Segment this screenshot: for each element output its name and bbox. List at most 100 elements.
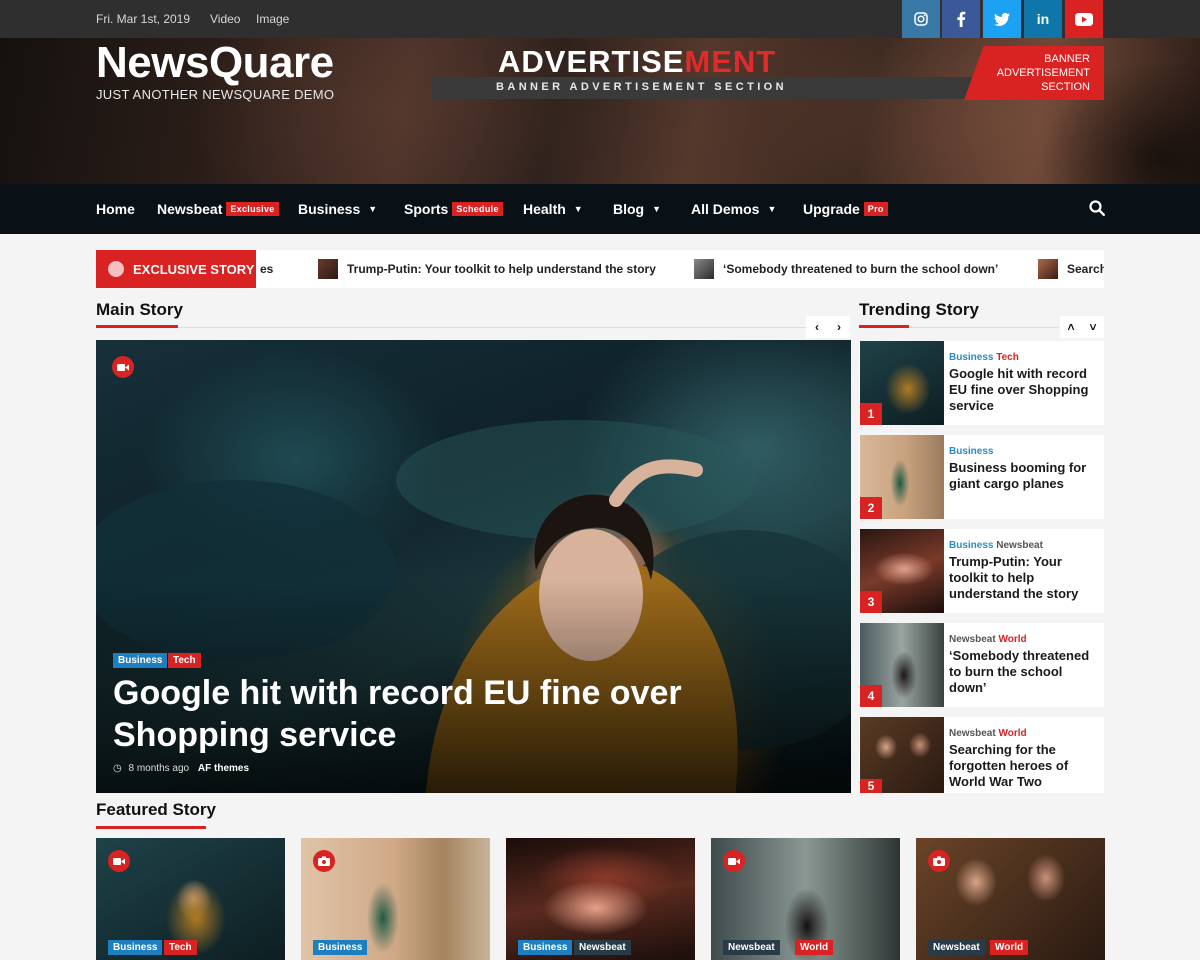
ad-box-line: SECTION (1041, 81, 1090, 93)
slider-prev-button[interactable]: ‹ (806, 316, 828, 338)
ticker-thumbnail (318, 259, 338, 279)
trending-title[interactable]: Trump-Putin: Your toolkit to help unders… (949, 554, 1097, 602)
trending-categories: Newsbeat World (949, 634, 1027, 645)
trending-rank: 5 (860, 779, 882, 793)
category-tag-world[interactable]: World (795, 940, 834, 955)
top-link-image[interactable]: Image (256, 12, 289, 26)
featured-card[interactable]: Business Tech (96, 838, 285, 960)
trending-title[interactable]: Searching for the forgotten heroes of Wo… (949, 742, 1097, 790)
trending-thumbnail: 5 (860, 717, 944, 793)
ticker-item[interactable]: ‘Somebody threatened to burn the school … (723, 262, 998, 276)
category-tag-tech[interactable]: Tech (164, 940, 197, 955)
category-tag-newsbeat[interactable]: Newsbeat (574, 940, 631, 955)
video-icon (723, 850, 745, 872)
facebook-icon[interactable] (942, 0, 980, 38)
featured-card[interactable]: Newsbeat World (711, 838, 900, 960)
site-title[interactable]: NewsQuare (96, 38, 334, 88)
nav-item-health[interactable]: Health ▼ (523, 201, 583, 217)
linkedin-icon[interactable]: in (1024, 0, 1062, 38)
trending-up-button[interactable]: ˄ (1060, 316, 1082, 338)
nav-item-label: Blog (613, 201, 645, 217)
top-link-video[interactable]: Video (210, 12, 240, 26)
main-story-headline[interactable]: Google hit with record EU fine over Shop… (113, 672, 833, 756)
category-link[interactable]: Newsbeat (949, 728, 996, 739)
nav-item-blog[interactable]: Blog ▼ (613, 201, 661, 217)
news-ticker: EXCLUSIVE STORY es Trump-Putin: Your too… (96, 250, 1104, 288)
section-underline (859, 325, 909, 328)
category-tag-tech[interactable]: Tech (168, 653, 201, 668)
trending-title[interactable]: Google hit with record EU fine over Shop… (949, 366, 1097, 414)
chevron-down-icon: ▼ (368, 204, 378, 214)
youtube-icon[interactable] (1065, 0, 1103, 38)
slider-next-button[interactable]: › (828, 316, 850, 338)
twitter-icon[interactable] (983, 0, 1021, 38)
nav-item-label: Sports (404, 201, 449, 217)
featured-card[interactable]: Newsbeat World (916, 838, 1105, 960)
ticker-item[interactable]: es (260, 262, 273, 276)
category-tag-business[interactable]: Business (313, 940, 368, 955)
trending-rank: 1 (860, 403, 882, 425)
ticker-thumbnail (1038, 259, 1058, 279)
ticker-item[interactable]: Search (1067, 262, 1104, 276)
category-link[interactable]: Tech (996, 352, 1019, 363)
trending-thumbnail: 2 (860, 435, 944, 519)
category-link[interactable]: World (998, 634, 1026, 645)
category-link[interactable]: Business (949, 352, 993, 363)
camera-icon (928, 850, 950, 872)
trending-item[interactable]: 1 Business Tech Google hit with record E… (859, 341, 1104, 425)
trending-categories: Business Newsbeat (949, 540, 1043, 551)
nav-item-newsbeat[interactable]: Newsbeat Exclusive (157, 201, 279, 217)
trending-thumbnail: 1 (860, 341, 944, 425)
post-time: 8 months ago (128, 763, 190, 774)
current-date: Fri. Mar 1st, 2019 (96, 12, 191, 26)
chevron-down-icon: ▼ (573, 204, 583, 214)
ticker-item[interactable]: Trump-Putin: Your toolkit to help unders… (347, 262, 656, 276)
category-tag-business[interactable]: Business (518, 940, 573, 955)
category-tag-business[interactable]: Business (113, 653, 168, 668)
nav-item-all-demos[interactable]: All Demos ▼ (691, 201, 776, 217)
post-author[interactable]: AF themes (198, 763, 249, 774)
trending-categories: Business Tech (949, 352, 1019, 363)
nav-item-home[interactable]: Home (96, 201, 135, 217)
main-story-card[interactable]: Business Tech Google hit with record EU … (96, 340, 851, 793)
category-tag-business[interactable]: Business (108, 940, 163, 955)
trending-item[interactable]: 5 Newsbeat World Searching for the forgo… (859, 717, 1104, 793)
section-underline (96, 325, 178, 328)
trending-categories: Business (949, 446, 993, 457)
category-tag-world[interactable]: World (990, 940, 1029, 955)
trending-down-button[interactable]: ˅ (1082, 316, 1104, 338)
trending-item[interactable]: 2 Business Business booming for giant ca… (859, 435, 1104, 519)
search-icon[interactable] (1088, 199, 1106, 217)
ad-banner-title: ADVERTISEMENT (498, 44, 776, 80)
category-link[interactable]: Newsbeat (996, 540, 1043, 551)
trending-item[interactable]: 4 Newsbeat World ‘Somebody threatened to… (859, 623, 1104, 707)
category-link[interactable]: World (998, 728, 1026, 739)
ad-banner-subtitle: BANNER ADVERTISEMENT SECTION (496, 81, 787, 93)
trending-title[interactable]: ‘Somebody threatened to burn the school … (949, 648, 1097, 696)
ticker-thumbnail (694, 259, 714, 279)
category-link[interactable]: Business (949, 540, 993, 551)
nav-item-upgrade[interactable]: Upgrade Pro (803, 201, 888, 217)
ticker-label-text: EXCLUSIVE STORY (133, 261, 255, 277)
instagram-icon[interactable] (902, 0, 940, 38)
category-tag-newsbeat[interactable]: Newsbeat (723, 940, 780, 955)
category-tag-newsbeat[interactable]: Newsbeat (928, 940, 985, 955)
featured-card[interactable]: Business Newsbeat (506, 838, 695, 960)
featured-card[interactable]: Business (301, 838, 490, 960)
trending-story-heading: Trending Story (859, 300, 979, 319)
featured-story-heading: Featured Story (96, 800, 216, 819)
nav-item-sports[interactable]: Sports Schedule (404, 201, 503, 217)
category-link[interactable]: Newsbeat (949, 634, 996, 645)
trending-title[interactable]: Business booming for giant cargo planes (949, 460, 1097, 492)
ad-box-line: ADVERTISEMENT (996, 67, 1090, 79)
trending-item[interactable]: 3 Business Newsbeat Trump-Putin: Your to… (859, 529, 1104, 613)
live-dot-icon (108, 261, 124, 277)
nav-badge: Exclusive (226, 202, 279, 216)
nav-item-business[interactable]: Business ▼ (298, 201, 377, 217)
main-nav: Home Newsbeat Exclusive Business ▼ Sports S… (0, 184, 1200, 234)
ad-title-part-2: MENT (684, 44, 777, 79)
category-link[interactable]: Business (949, 446, 993, 457)
section-underline (96, 826, 206, 829)
ad-banner-box[interactable]: BANNER ADVERTISEMENT SECTION (964, 46, 1104, 100)
nav-item-label: Home (96, 201, 135, 217)
